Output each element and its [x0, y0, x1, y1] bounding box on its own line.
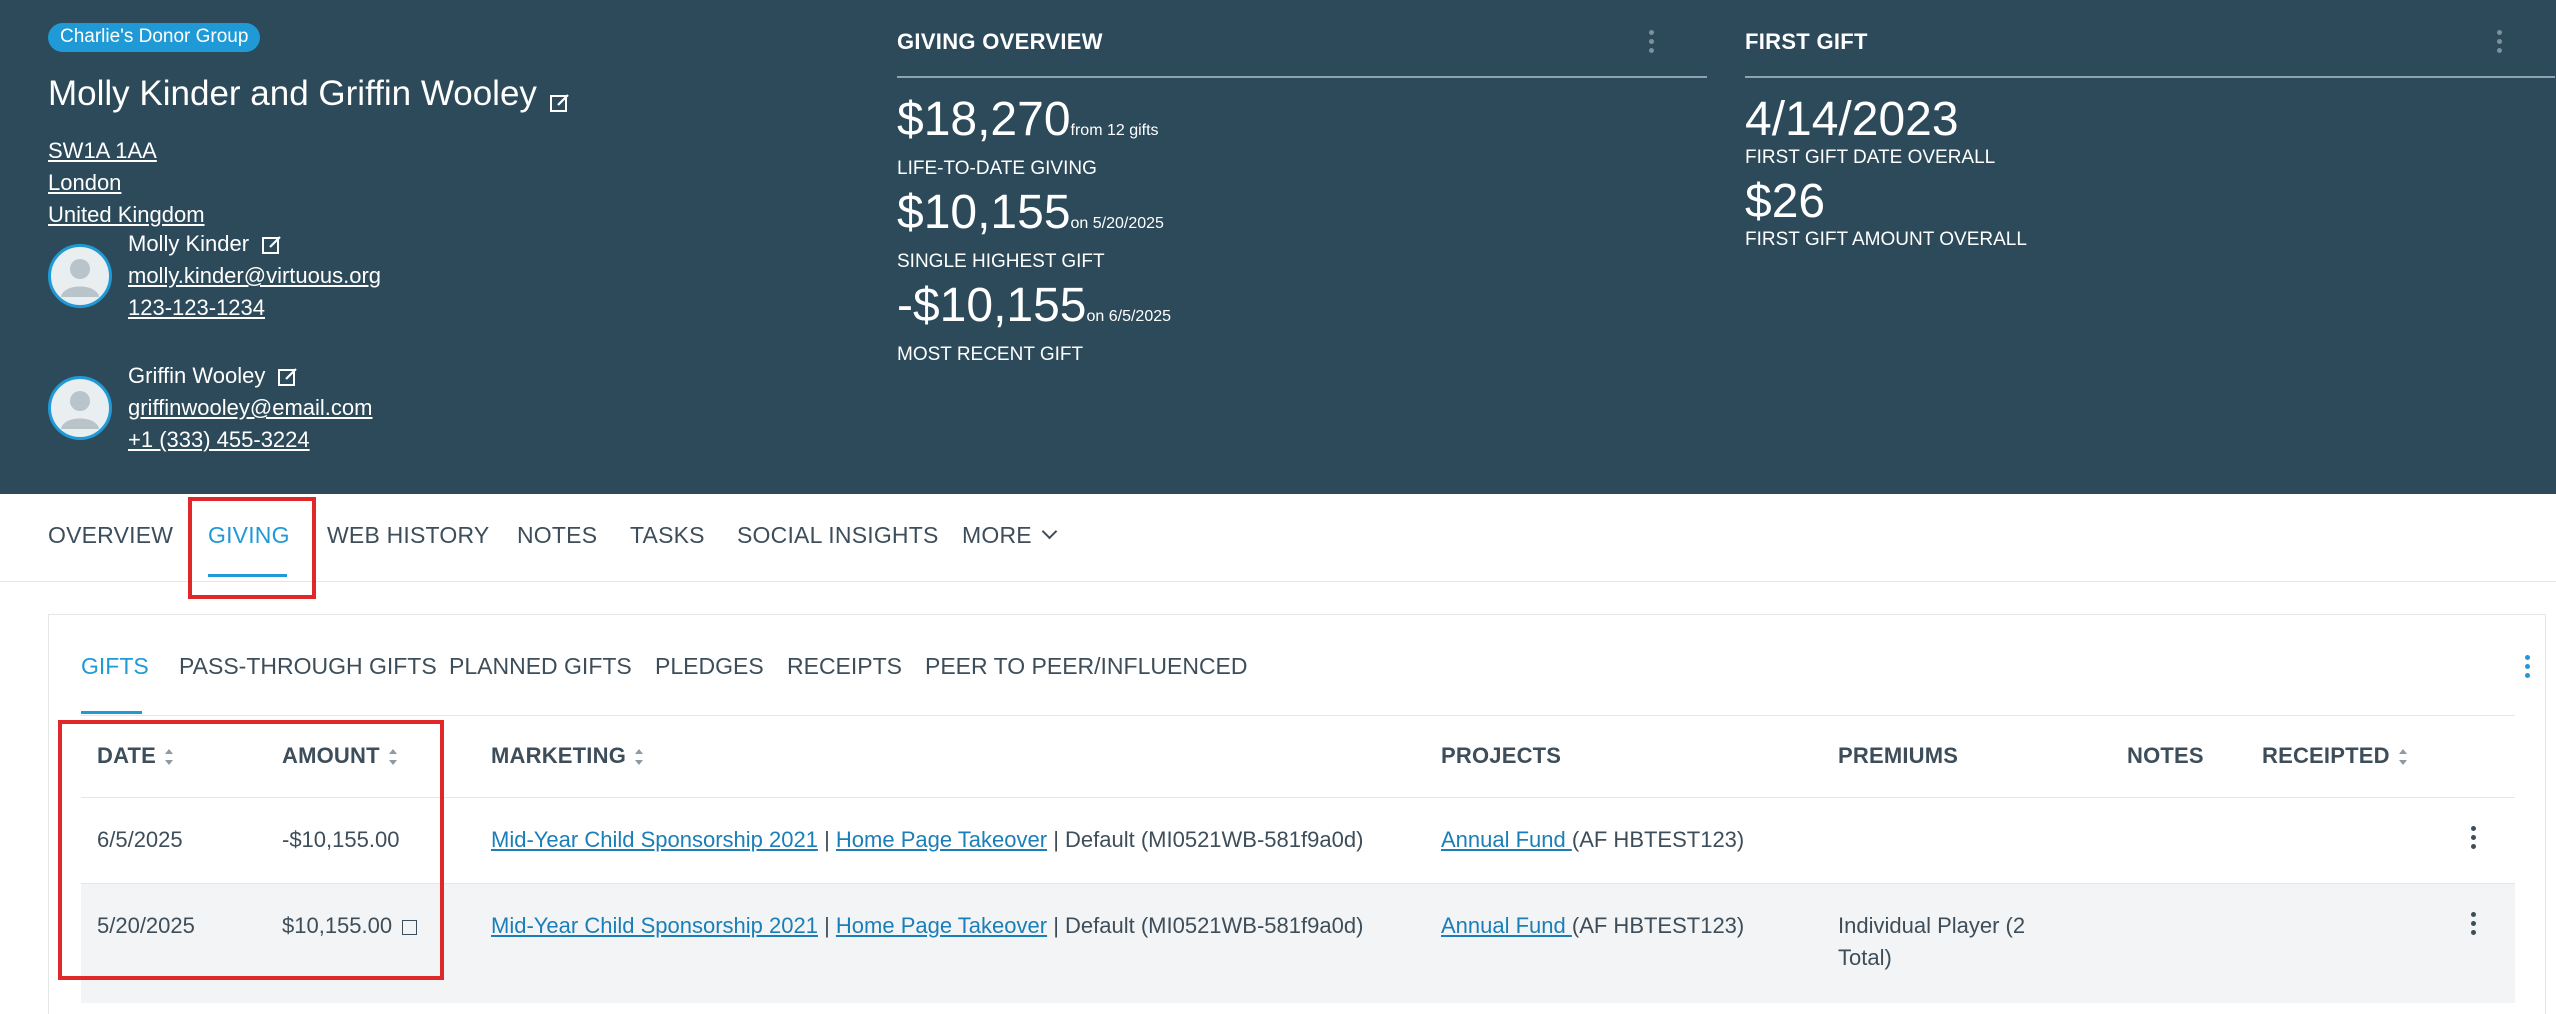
project-link[interactable]: Annual Fund — [1441, 827, 1572, 852]
edit-icon[interactable] — [549, 83, 571, 112]
giving-overview-panel: GIVING OVERVIEW $18,270from 12 gifts LIF… — [897, 24, 1707, 367]
row-kebab-menu-icon[interactable] — [2471, 912, 2477, 939]
tab-notes[interactable]: NOTES — [517, 522, 597, 549]
donor-name-text: Molly Kinder and Griffin Wooley — [48, 74, 537, 113]
divider — [897, 76, 1707, 78]
contact-phone-link[interactable]: 123-123-1234 — [128, 292, 381, 324]
tab-social-insights[interactable]: SOCIAL INSIGHTS — [737, 522, 939, 549]
stat-life-to-date: $18,270from 12 gifts LIFE-TO-DATE GIVING — [897, 93, 1159, 180]
address-postcode-link[interactable]: SW1A 1AA — [48, 135, 205, 167]
chevron-down-icon — [1041, 523, 1058, 540]
tab-tasks[interactable]: TASKS — [630, 522, 705, 549]
donor-address: SW1A 1AA London United Kingdom — [48, 135, 205, 231]
subtab-peer-to-peer[interactable]: PEER TO PEER/INFLUENCED — [925, 653, 1248, 680]
first-gift-panel: FIRST GIFT 4/14/2023 FIRST GIFT DATE OVE… — [1745, 24, 2555, 252]
divider — [81, 715, 2515, 716]
donor-header: Charlie's Donor Group Molly Kinder and G… — [0, 0, 2556, 494]
panel-title: FIRST GIFT — [1745, 29, 1868, 54]
column-header-marketing[interactable]: MARKETING — [491, 743, 644, 769]
subtab-pass-through-gifts[interactable]: PASS-THROUGH GIFTS — [179, 653, 437, 680]
address-country-link[interactable]: United Kingdom — [48, 199, 205, 231]
edit-icon[interactable] — [277, 365, 299, 387]
contact-email-link[interactable]: griffinwooley@email.com — [128, 392, 372, 424]
cell-premiums: Individual Player (2 Total) — [1838, 913, 2026, 970]
project-link[interactable]: Annual Fund — [1441, 913, 1572, 938]
row-kebab-menu-icon[interactable] — [2471, 826, 2477, 853]
active-subtab-indicator — [81, 711, 142, 714]
cell-project: Annual Fund (AF HBTEST123) — [1441, 913, 1745, 938]
column-header-notes: NOTES — [2127, 743, 2204, 768]
panel-title: GIVING OVERVIEW — [897, 29, 1103, 54]
tab-more[interactable]: MORE — [962, 522, 1058, 549]
marketing-campaign-link[interactable]: Mid-Year Child Sponsorship 2021 — [491, 913, 818, 938]
address-city-link[interactable]: London — [48, 167, 205, 199]
stat-most-recent-gift: -$10,155on 6/5/2025 MOST RECENT GIFT — [897, 279, 1172, 366]
main-tab-bar: OVERVIEW GIVING WEB HISTORY NOTES TASKS … — [0, 494, 2556, 582]
column-header-projects: PROJECTS — [1441, 743, 1562, 768]
contact-phone-link[interactable]: +1 (333) 455-3224 — [128, 424, 372, 456]
marketing-campaign-link[interactable]: Mid-Year Child Sponsorship 2021 — [491, 827, 818, 852]
sort-icon — [2398, 749, 2408, 765]
edit-icon[interactable] — [261, 233, 283, 255]
contact-name: Molly Kinder — [128, 228, 381, 260]
sort-icon — [634, 749, 644, 765]
kebab-menu-icon[interactable] — [2525, 655, 2531, 682]
subtab-pledges[interactable]: PLEDGES — [655, 653, 764, 680]
marketing-segment-link[interactable]: Home Page Takeover — [836, 827, 1047, 852]
donor-name: Molly Kinder and Griffin Wooley — [48, 74, 571, 114]
kebab-menu-icon[interactable] — [2497, 30, 2503, 56]
marketing-segment-link[interactable]: Home Page Takeover — [836, 913, 1047, 938]
column-header-receipted[interactable]: RECEIPTED — [2262, 743, 2408, 769]
contact-email-link[interactable]: molly.kinder@virtuous.org — [128, 260, 381, 292]
stat-first-gift-date: 4/14/2023 FIRST GIFT DATE OVERALL — [1745, 93, 1996, 169]
cell-marketing: Mid-Year Child Sponsorship 2021 | Home P… — [491, 913, 1364, 938]
avatar — [48, 376, 112, 440]
tab-overview[interactable]: OVERVIEW — [48, 522, 173, 549]
subtab-planned-gifts[interactable]: PLANNED GIFTS — [449, 653, 632, 680]
table-row[interactable]: 6/5/2025 -$10,155.00 Mid-Year Child Spon… — [81, 797, 2515, 883]
kebab-menu-icon[interactable] — [1649, 30, 1655, 56]
highlight-box — [188, 497, 316, 599]
stat-highest-gift: $10,155on 5/20/2025 SINGLE HIGHEST GIFT — [897, 186, 1164, 273]
subtab-gifts[interactable]: GIFTS — [81, 653, 149, 680]
subtab-receipts[interactable]: RECEIPTS — [787, 653, 902, 680]
table-row[interactable]: 5/20/2025 $10,155.00 Mid-Year Child Spon… — [81, 883, 2515, 1003]
cell-marketing: Mid-Year Child Sponsorship 2021 | Home P… — [491, 827, 1364, 852]
contact-card: Molly Kinder molly.kinder@virtuous.org 1… — [48, 228, 381, 324]
avatar — [48, 244, 112, 308]
contact-name: Griffin Wooley — [128, 360, 372, 392]
tab-web-history[interactable]: WEB HISTORY — [327, 522, 489, 549]
contact-card: Griffin Wooley griffinwooley@email.com +… — [48, 360, 372, 456]
divider — [1745, 76, 2555, 78]
column-header-premiums: PREMIUMS — [1838, 743, 1959, 768]
stat-first-gift-amount: $26 FIRST GIFT AMOUNT OVERALL — [1745, 175, 2027, 251]
donor-group-badge[interactable]: Charlie's Donor Group — [48, 23, 261, 52]
cell-project: Annual Fund (AF HBTEST123) — [1441, 827, 1745, 852]
highlight-box — [58, 720, 444, 980]
